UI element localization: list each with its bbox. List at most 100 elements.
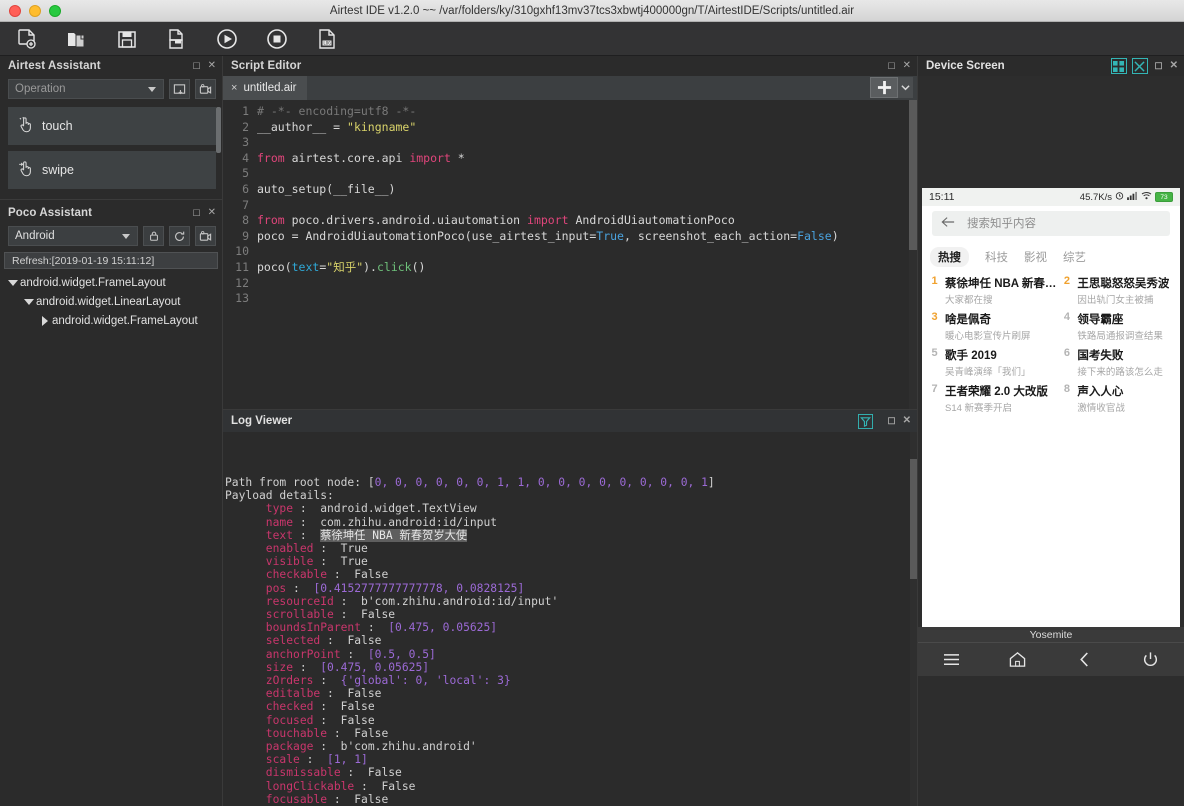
phone-status-icons: 45.7K/s 73 [1080,191,1173,203]
code-content[interactable]: # -*- encoding=utf8 -*-__author__ = "kin… [249,100,917,409]
chevron-right-icon[interactable] [38,316,52,326]
search-input[interactable]: 搜索知乎内容 [932,211,1170,236]
phone-tab-tech[interactable]: 科技 [985,249,1008,265]
operation-select[interactable]: Operation [8,79,164,99]
code-line[interactable] [257,244,917,260]
editor-vertical-scrollbar[interactable] [909,100,917,409]
line-number: 6 [223,182,249,198]
filter-icon[interactable] [858,414,873,429]
scrollbar-thumb[interactable] [909,100,917,250]
save-as-icon[interactable] [164,26,190,52]
back-arrow-icon[interactable] [941,216,955,231]
code-line[interactable] [257,291,917,307]
hot-search-item[interactable]: 4领导霸座铁路局通报调查结果 [1062,311,1172,342]
record-icon[interactable] [195,79,216,99]
close-icon[interactable]: ✕ [208,208,216,218]
snapshot-icon[interactable] [169,79,190,99]
code-line[interactable]: poco = AndroidUiautomationPoco(use_airte… [257,229,917,245]
close-icon[interactable]: ✕ [903,416,911,426]
grid-icon[interactable] [1111,58,1127,74]
tree-node[interactable]: android.widget.FrameLayout [2,311,222,330]
assistant-list-scrollbar[interactable] [216,107,221,153]
assistant-item-swipe[interactable]: swipe [8,151,216,189]
home-icon[interactable] [998,647,1038,673]
hot-search-item[interactable]: 2王思聪怒怒吴秀波因出轨门女主被捕 [1062,275,1172,306]
hot-search-item[interactable]: 7王者荣耀 2.0 大改版S14 新赛季开启 [930,383,1056,414]
hot-search-item[interactable]: 1蔡徐坤任 NBA 新春…大家都在搜 [930,275,1056,306]
operation-select-value: Operation [15,83,66,95]
platform-select[interactable]: Android [8,226,138,246]
code-token: = [333,120,347,134]
restore-icon[interactable]: ☐ [888,62,896,71]
view-log-icon[interactable]: LOG [314,26,340,52]
code-line[interactable]: __author__ = "kingname" [257,120,917,136]
close-icon[interactable]: ✕ [208,61,216,71]
hot-search-title: 啥是佩奇 [945,311,1031,327]
code-editor[interactable]: 12345678910111213 # -*- encoding=utf8 -*… [223,100,917,409]
code-line[interactable]: # -*- encoding=utf8 -*- [257,104,917,120]
hot-search-subtitle: 吴青峰演绎「我们」 [945,364,1031,378]
phone-tab-film[interactable]: 影视 [1024,249,1047,265]
log-separator: : [293,661,320,674]
phone-tab-hot[interactable]: 热搜 [930,247,969,267]
code-line[interactable] [257,135,917,151]
code-token: from [257,213,285,227]
code-line[interactable]: auto_setup(__file__) [257,182,917,198]
code-line[interactable] [257,198,917,214]
code-token: () [412,260,426,274]
chevron-down-icon[interactable] [6,280,20,286]
log-separator: : [354,780,381,793]
tree-node[interactable]: android.widget.FrameLayout [2,273,222,292]
log-line: anchorPoint : [0.5, 0.5] [225,648,917,661]
log-vertical-scrollbar[interactable] [910,432,917,806]
code-line[interactable]: from airtest.core.api import * [257,151,917,167]
log-value: False [354,793,388,806]
code-line[interactable] [257,166,917,182]
back-icon[interactable] [1064,647,1104,673]
restore-icon[interactable]: ☐ [1155,62,1163,71]
code-line[interactable]: from poco.drivers.android.uiautomation i… [257,213,917,229]
airtest-assistant-title: Airtest Assistant [8,60,186,72]
restore-icon[interactable]: ☐ [888,417,896,426]
close-tab-icon[interactable]: × [231,82,237,94]
hot-search-item[interactable]: 5歌手 2019吴青峰演绎「我们」 [930,347,1056,378]
tree-node[interactable]: android.widget.LinearLayout [2,292,222,311]
close-icon[interactable]: ✕ [1170,61,1178,71]
restore-icon[interactable]: ☐ [193,209,201,218]
stop-icon[interactable] [264,26,290,52]
close-icon[interactable]: ✕ [903,61,911,71]
tools-icon[interactable] [1132,58,1148,74]
log-key: anchorPoint [225,648,341,661]
hot-search-subtitle: S14 新赛季开启 [945,400,1048,414]
main-content: Airtest Assistant ☐ ✕ Operation touch [0,56,1184,806]
hot-search-item[interactable]: 6国考失败接下来的路该怎么走 [1062,347,1172,378]
save-icon[interactable] [114,26,140,52]
tab-actions [870,77,913,98]
phone-tab-variety[interactable]: 综艺 [1063,249,1086,265]
assistant-item-touch[interactable]: touch [8,107,216,145]
power-icon[interactable] [1131,647,1171,673]
tab-menu-button[interactable] [898,77,913,98]
log-value: b'com.zhihu.android' [341,740,477,753]
hot-search-item[interactable]: 8声入人心激情收官战 [1062,383,1172,414]
lock-icon[interactable] [143,226,164,246]
record-icon[interactable] [195,226,216,246]
airtest-assistant-list: touch swipe [0,103,222,195]
menu-icon[interactable] [931,647,971,673]
refresh-icon[interactable] [169,226,190,246]
log-key: zOrders [225,674,313,687]
chevron-down-icon[interactable] [22,299,36,305]
open-folder-icon[interactable] [64,26,90,52]
add-tab-button[interactable] [870,77,898,98]
hot-search-item[interactable]: 3啥是佩奇暖心电影宣传片刷屏 [930,311,1056,342]
device-mirror[interactable]: 15:11 45.7K/s 73 [922,188,1180,627]
run-icon[interactable] [214,26,240,52]
restore-icon[interactable]: ☐ [193,62,201,71]
tab-untitled-air[interactable]: × untitled.air [223,76,307,100]
scrollbar-thumb[interactable] [910,459,917,579]
log-value: False [341,700,375,713]
new-script-icon[interactable] [14,26,40,52]
code-line[interactable] [257,276,917,292]
code-line[interactable]: poco(text="知乎").click() [257,260,917,276]
swipe-icon [18,160,33,180]
